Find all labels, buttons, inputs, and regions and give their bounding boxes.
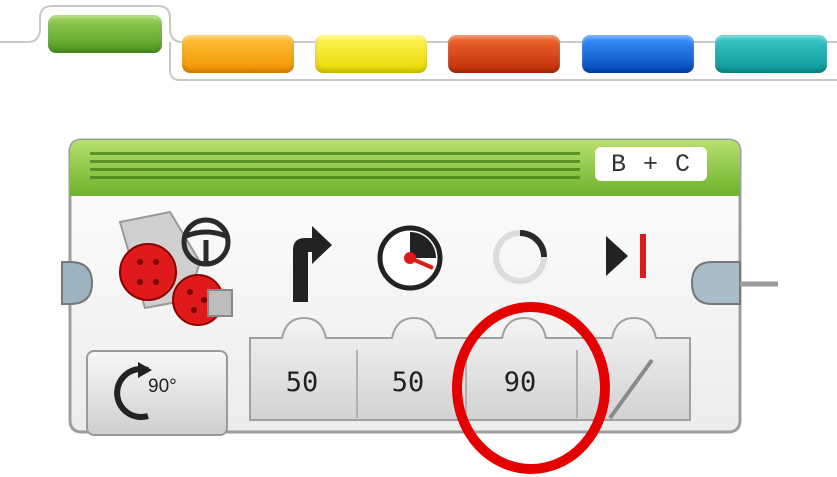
palette-bar bbox=[0, 0, 837, 100]
sequence-out-connector bbox=[690, 261, 741, 305]
speedometer-icon bbox=[377, 225, 443, 291]
degrees-value[interactable]: 90 bbox=[468, 350, 572, 414]
tab-my-blocks[interactable] bbox=[715, 35, 827, 73]
steering-value[interactable]: 50 bbox=[252, 350, 352, 414]
tab-flow[interactable] bbox=[182, 35, 294, 73]
mode-degrees-label: 90° bbox=[148, 376, 177, 397]
tab-advanced[interactable] bbox=[582, 35, 694, 73]
tab-sensor[interactable] bbox=[315, 35, 427, 73]
port-selector[interactable]: B + C bbox=[595, 147, 707, 181]
power-value[interactable]: 50 bbox=[358, 350, 458, 414]
sequence-in-connector bbox=[61, 261, 94, 305]
tab-data[interactable] bbox=[448, 35, 560, 73]
tab-action[interactable] bbox=[48, 15, 162, 53]
mode-selector-button[interactable]: 90° bbox=[86, 350, 228, 436]
